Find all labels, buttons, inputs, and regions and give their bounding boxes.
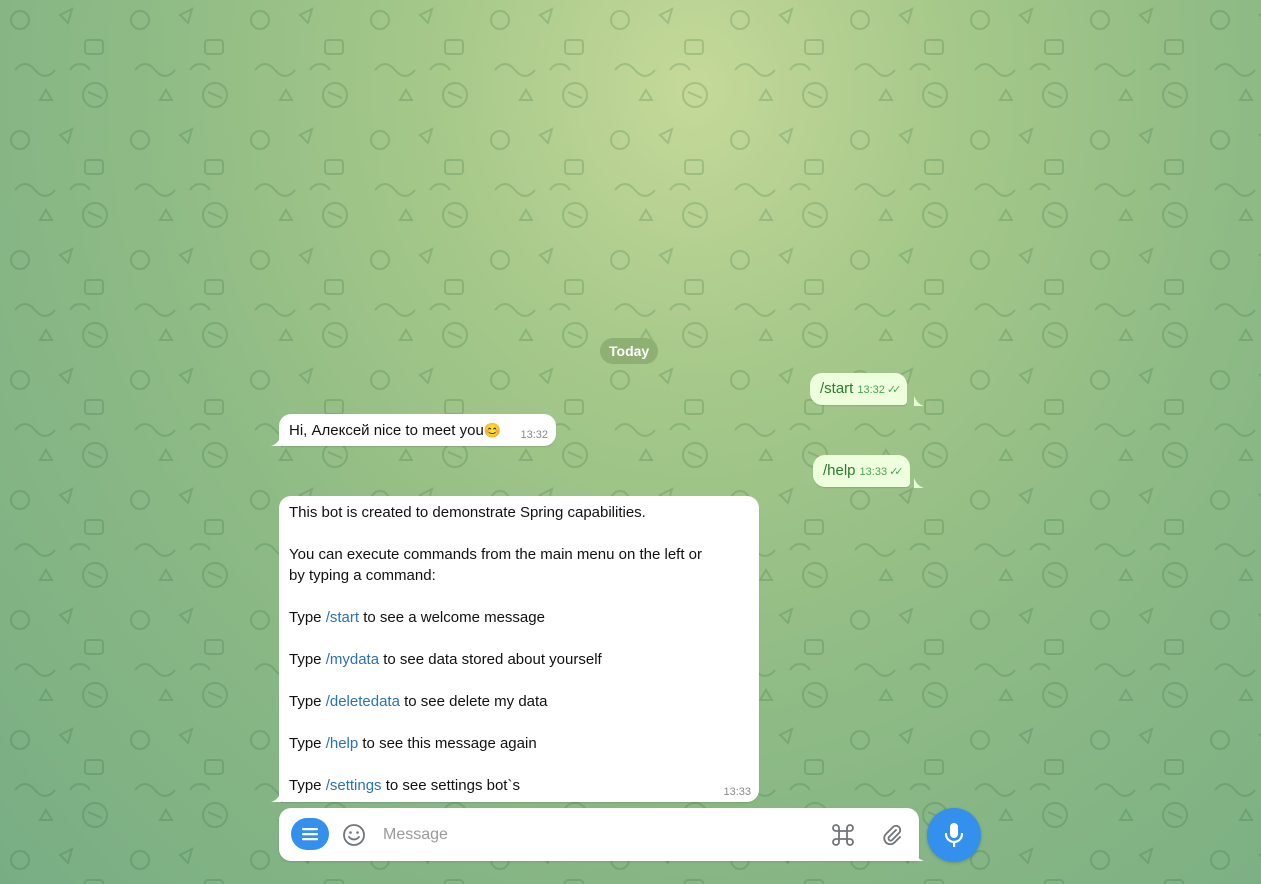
message-text: This bot is created to demonstrate Sprin… bbox=[289, 504, 646, 521]
message-input[interactable] bbox=[381, 822, 805, 848]
command-key-icon bbox=[832, 824, 854, 846]
bubble-tail bbox=[271, 792, 281, 802]
message-time: 13:32 bbox=[520, 429, 548, 441]
message-composer bbox=[279, 808, 919, 861]
message-time: 13:33 bbox=[723, 786, 751, 798]
bot-commands-button[interactable] bbox=[830, 822, 856, 848]
smile-icon bbox=[343, 824, 365, 846]
command-link-deletedata[interactable]: /deletedata bbox=[326, 693, 400, 710]
double-check-icon: ✓✓ bbox=[886, 384, 902, 396]
paperclip-icon bbox=[883, 824, 902, 846]
bot-menu-button[interactable] bbox=[291, 818, 329, 850]
command-link-mydata[interactable]: /mydata bbox=[326, 651, 379, 668]
microphone-icon bbox=[944, 823, 964, 847]
bubble-tail bbox=[914, 396, 924, 406]
message-text: /start bbox=[820, 380, 854, 397]
command-line: Type /help to see this message again bbox=[289, 735, 537, 752]
message-text: You can execute commands from the main m… bbox=[289, 546, 703, 563]
smile-emoji: 😊 bbox=[483, 422, 502, 438]
bubble-tail bbox=[271, 436, 281, 446]
message-text: by typing a command: bbox=[289, 567, 436, 584]
incoming-message[interactable]: Hi, Алексей nice to meet you😊 13:32 bbox=[279, 414, 556, 446]
message-time: 13:32 bbox=[857, 384, 885, 396]
command-link-settings[interactable]: /settings bbox=[326, 777, 382, 794]
emoji-button[interactable] bbox=[341, 822, 367, 848]
command-line: Type /deletedata to see delete my data bbox=[289, 693, 548, 710]
composer-tail bbox=[914, 851, 924, 861]
message-text: Hi, Алексей nice to meet you😊 bbox=[289, 422, 502, 439]
incoming-message[interactable]: This bot is created to demonstrate Sprin… bbox=[279, 496, 759, 802]
date-separator: Today bbox=[600, 338, 659, 364]
voice-record-button[interactable] bbox=[927, 808, 981, 862]
command-line: Type /start to see a welcome message bbox=[289, 609, 545, 626]
message-time: 13:33 bbox=[859, 466, 888, 478]
command-link-start[interactable]: /start bbox=[326, 609, 359, 626]
menu-icon bbox=[302, 828, 318, 841]
message-text: /help bbox=[823, 462, 856, 479]
bubble-tail bbox=[914, 478, 924, 488]
attach-button[interactable] bbox=[879, 822, 905, 848]
command-line: Type /settings to see settings bot`s bbox=[289, 777, 520, 794]
outgoing-message[interactable]: /start 13:32 ✓✓ bbox=[810, 373, 908, 405]
command-link-help[interactable]: /help bbox=[326, 735, 359, 752]
outgoing-message[interactable]: /help 13:33 ✓✓ bbox=[813, 455, 910, 487]
double-check-icon: ✓✓ bbox=[889, 466, 904, 478]
command-line: Type /mydata to see data stored about yo… bbox=[289, 651, 602, 668]
